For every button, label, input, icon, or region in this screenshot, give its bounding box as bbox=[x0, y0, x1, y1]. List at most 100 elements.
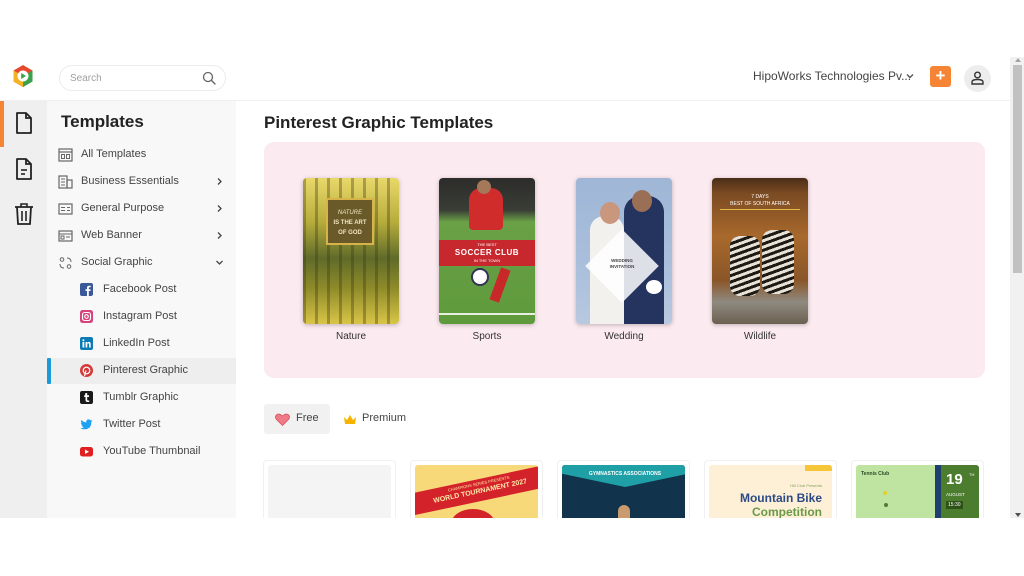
sidebar-item-tumblr-graphic[interactable]: Tumblr Graphic bbox=[47, 385, 236, 411]
app-window: HipoWorks Technologies Pv... + bbox=[0, 57, 1024, 518]
template-card[interactable] bbox=[263, 460, 396, 518]
instagram-icon bbox=[80, 310, 93, 323]
category-card-wedding[interactable]: WEDDING INVITATION Wedding bbox=[576, 178, 672, 342]
sidebar-item-facebook-post[interactable]: Facebook Post bbox=[47, 277, 236, 303]
thumb-text: 15:30 bbox=[946, 501, 963, 509]
thumb-text: Hill Club Presents bbox=[790, 483, 822, 488]
file-icon[interactable] bbox=[13, 111, 35, 135]
sidebar-title: Templates bbox=[61, 112, 144, 131]
scroll-up-arrow[interactable] bbox=[1015, 58, 1021, 62]
filter-free-button[interactable]: Free bbox=[264, 404, 330, 434]
template-thumbnail-world-tournament[interactable]: CHAMPIONS SERIES PRESENTS WORLD TOURNAME… bbox=[415, 465, 538, 518]
thumb-text: INVITATION bbox=[609, 264, 635, 269]
category-banner: NATURE IS THE ART OF GOD Nature THE BEST… bbox=[264, 142, 985, 378]
template-thumbnail-blank[interactable] bbox=[268, 465, 391, 518]
tumblr-icon bbox=[80, 391, 93, 404]
templates-sidebar: Templates All Templates Business Essenti… bbox=[47, 101, 236, 518]
sidebar-item-label: Pinterest Graphic bbox=[103, 364, 188, 376]
category-thumbnail[interactable]: 7 DAYS BEST OF SOUTH AFRICA bbox=[712, 178, 808, 324]
thumb-text: TH bbox=[969, 472, 975, 477]
organization-selector[interactable]: HipoWorks Technologies Pv... bbox=[753, 69, 911, 83]
sidebar-item-label: Twitter Post bbox=[103, 418, 161, 430]
user-avatar[interactable] bbox=[964, 65, 991, 92]
add-button[interactable]: + bbox=[930, 66, 951, 87]
thumb-text: GYMNASTICS ASSOCIATIONS bbox=[588, 471, 662, 477]
thumb-text: Competition bbox=[752, 505, 822, 518]
template-thumbnail-tennis-club[interactable]: Tennis Club 19 TH AUGUST 15:30 bbox=[856, 465, 979, 518]
page-title: Pinterest Graphic Templates bbox=[264, 113, 494, 132]
template-card[interactable]: GYMNASTICS ASSOCIATIONS bbox=[557, 460, 690, 518]
sidebar-item-instagram-post[interactable]: Instagram Post bbox=[47, 304, 236, 330]
vertical-scrollbar[interactable] bbox=[1010, 57, 1024, 518]
sidebar-item-label: Business Essentials bbox=[81, 175, 179, 187]
heart-icon bbox=[275, 413, 290, 426]
template-thumbnail-gymnastics[interactable]: GYMNASTICS ASSOCIATIONS bbox=[562, 465, 685, 518]
category-card-nature[interactable]: NATURE IS THE ART OF GOD Nature bbox=[303, 178, 399, 342]
thumb-text: IS THE ART bbox=[333, 220, 367, 226]
thumb-text: NATURE bbox=[337, 210, 363, 216]
thumb-text: 7 DAYS bbox=[751, 194, 769, 200]
sidebar-item-label: All Templates bbox=[81, 148, 147, 160]
app-logo-icon[interactable] bbox=[11, 64, 35, 88]
sidebar-item-label: Social Graphic bbox=[81, 256, 153, 268]
sidebar-item-label: Tumblr Graphic bbox=[103, 391, 179, 403]
category-thumbnail[interactable]: THE BEST SOCCER CLUB IN THE TOWN bbox=[439, 178, 535, 324]
main-content: Pinterest Graphic Templates NATURE IS TH… bbox=[236, 101, 1010, 518]
chevron-right-icon[interactable] bbox=[215, 204, 224, 213]
category-label: Nature bbox=[335, 331, 366, 342]
chevron-down-icon[interactable] bbox=[905, 71, 915, 81]
thumb-text: 19 bbox=[946, 471, 963, 488]
sidebar-item-general-purpose[interactable]: General Purpose bbox=[47, 196, 236, 222]
sidebar-item-label: Facebook Post bbox=[103, 283, 177, 295]
sidebar-item-business-essentials[interactable]: Business Essentials bbox=[47, 169, 236, 195]
thumb-text: BEST OF SOUTH AFRICA bbox=[730, 201, 790, 207]
search-box[interactable] bbox=[59, 65, 226, 91]
search-input[interactable] bbox=[70, 70, 190, 87]
rail-active-indicator bbox=[0, 101, 4, 147]
twitter-icon bbox=[80, 419, 93, 430]
sidebar-item-social-graphic[interactable]: Social Graphic bbox=[47, 250, 236, 276]
chevron-down-icon[interactable] bbox=[215, 258, 224, 267]
category-label: Sports bbox=[472, 331, 502, 342]
thumb-text: Tennis Club bbox=[861, 471, 890, 477]
sidebar-item-label: YouTube Thumbnail bbox=[103, 445, 201, 457]
chevron-right-icon[interactable] bbox=[215, 177, 224, 186]
sidebar-item-twitter-post[interactable]: Twitter Post bbox=[47, 412, 236, 438]
thumb-text: AUGUST bbox=[946, 492, 965, 497]
linkedin-icon bbox=[80, 337, 93, 350]
filter-premium-button[interactable]: Premium bbox=[336, 404, 416, 434]
sidebar-item-web-banner[interactable]: Web Banner bbox=[47, 223, 236, 249]
template-thumbnail-mountain-bike[interactable]: Hill Club Presents Mountain Bike Competi… bbox=[709, 465, 832, 518]
top-bar: HipoWorks Technologies Pv... + bbox=[0, 57, 1010, 101]
scroll-down-arrow[interactable] bbox=[1015, 513, 1021, 517]
category-thumbnail[interactable]: NATURE IS THE ART OF GOD bbox=[303, 178, 399, 324]
thumb-text: IN THE TOWN bbox=[473, 258, 501, 263]
all-templates-icon bbox=[58, 148, 73, 162]
sidebar-item-label: Web Banner bbox=[81, 229, 142, 241]
sidebar-item-pinterest-graphic[interactable]: Pinterest Graphic bbox=[47, 358, 236, 384]
template-card[interactable]: CHAMPIONS SERIES PRESENTS WORLD TOURNAME… bbox=[410, 460, 543, 518]
template-card[interactable]: Hill Club Presents Mountain Bike Competi… bbox=[704, 460, 837, 518]
pinterest-icon bbox=[80, 364, 93, 377]
sidebar-item-linkedin-post[interactable]: LinkedIn Post bbox=[47, 331, 236, 357]
search-icon[interactable] bbox=[202, 71, 216, 85]
thumb-text: SOCCER CLUB bbox=[454, 248, 520, 257]
filter-label: Free bbox=[296, 412, 319, 424]
crown-icon bbox=[344, 415, 356, 424]
category-card-wildlife[interactable]: 7 DAYS BEST OF SOUTH AFRICA Wildlife bbox=[712, 178, 808, 342]
document-icon[interactable] bbox=[13, 157, 35, 181]
category-card-sports[interactable]: THE BEST SOCCER CLUB IN THE TOWN Sports bbox=[439, 178, 535, 342]
category-thumbnail[interactable]: WEDDING INVITATION bbox=[576, 178, 672, 324]
left-rail bbox=[0, 101, 47, 518]
youtube-icon bbox=[80, 447, 93, 457]
sidebar-item-all-templates[interactable]: All Templates bbox=[47, 142, 236, 168]
user-icon bbox=[971, 71, 984, 85]
filter-label: Premium bbox=[362, 412, 407, 424]
template-card[interactable]: Tennis Club 19 TH AUGUST 15:30 bbox=[851, 460, 984, 518]
general-purpose-icon bbox=[58, 203, 73, 215]
sidebar-item-youtube-thumbnail[interactable]: YouTube Thumbnail bbox=[47, 439, 236, 465]
scrollbar-thumb[interactable] bbox=[1013, 65, 1022, 273]
trash-icon[interactable] bbox=[13, 202, 35, 226]
social-graphic-icon bbox=[59, 257, 72, 269]
chevron-right-icon[interactable] bbox=[215, 231, 224, 240]
